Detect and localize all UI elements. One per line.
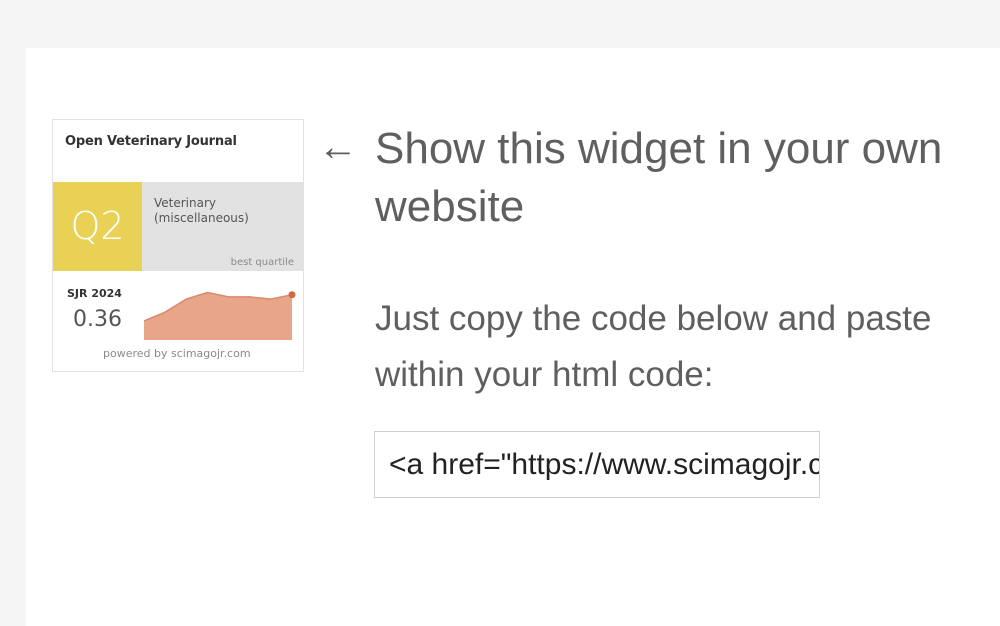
sjr-widget[interactable]: Open Veterinary Journal Q2 Veterinary (m… (52, 119, 304, 372)
powered-by-link[interactable]: powered by scimagojr.com (103, 347, 251, 360)
journal-title: Open Veterinary Journal (65, 134, 237, 149)
embed-code-input[interactable] (374, 431, 820, 498)
quartile-badge: Q2 (53, 182, 142, 271)
category-box: Veterinary (miscellaneous) best quartile (142, 182, 304, 271)
sjr-value: 0.36 (73, 307, 122, 332)
share-headline: Show this widget in your own website (375, 124, 943, 231)
left-arrow-icon: ← (318, 125, 358, 169)
sjr-label: SJR 2024 (67, 287, 122, 300)
share-instruction: Just copy the code below and paste withi… (375, 299, 932, 394)
sparkline-end-dot (288, 291, 296, 299)
sjr-sparkline (143, 291, 296, 340)
best-quartile-label: best quartile (230, 257, 294, 268)
category-name: Veterinary (miscellaneous) (154, 196, 249, 225)
